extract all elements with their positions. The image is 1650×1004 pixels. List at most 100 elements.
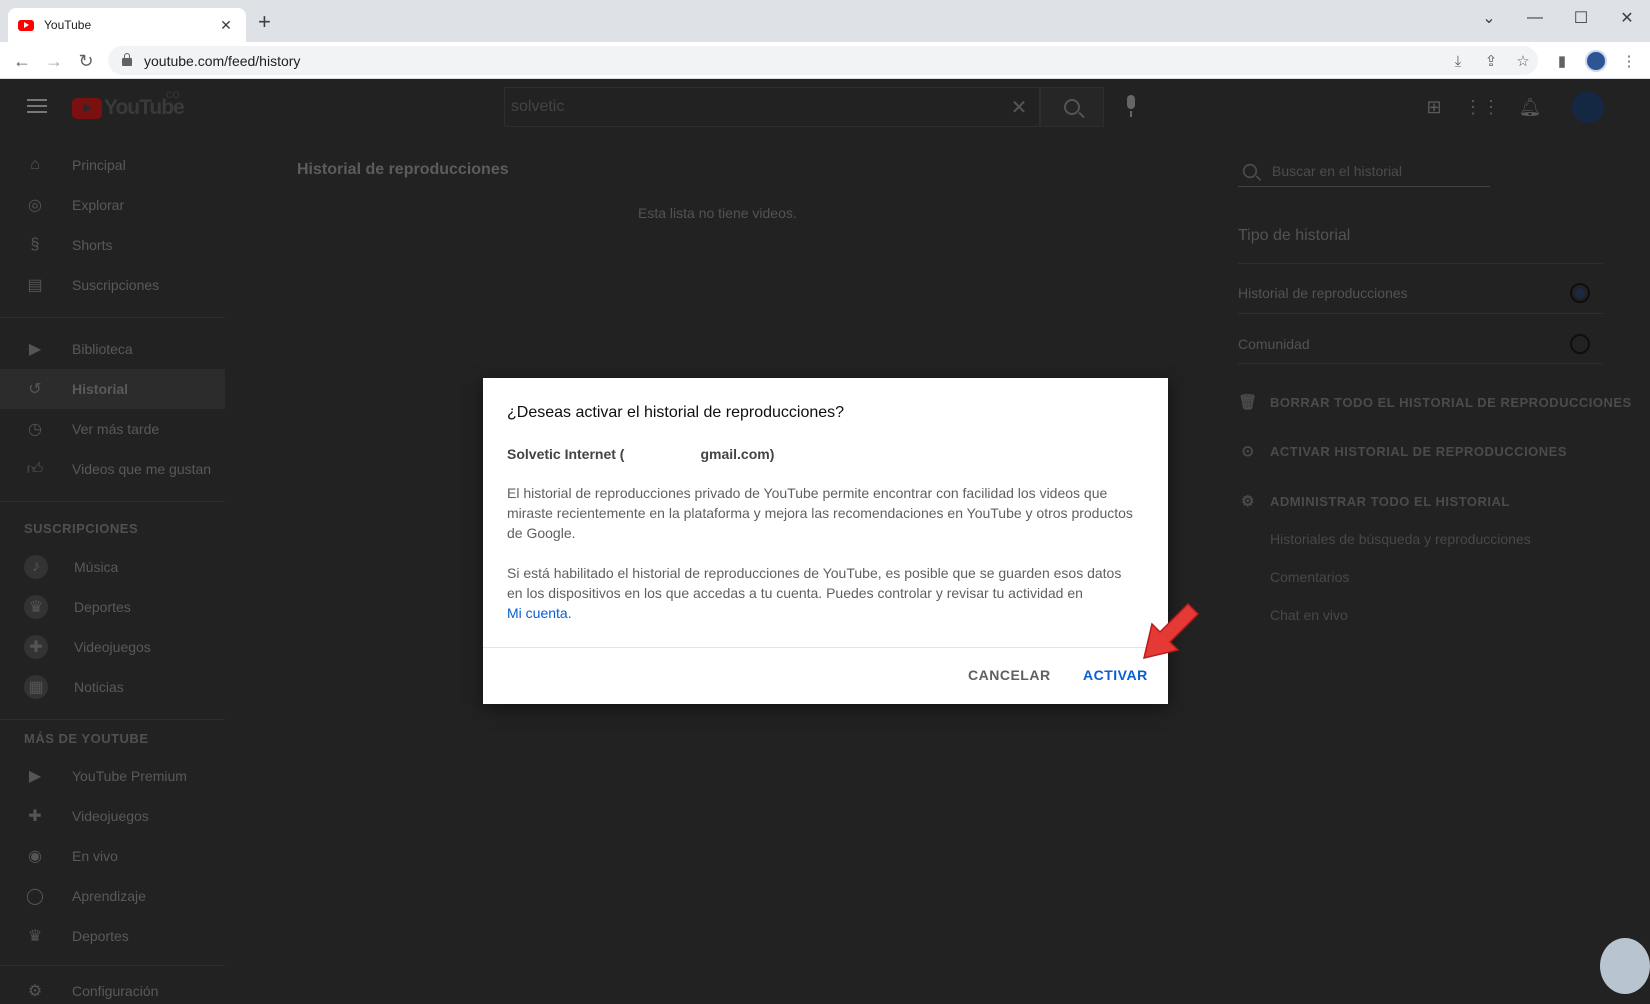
browser-tab[interactable]: YouTube ✕ xyxy=(8,8,246,42)
youtube-logo[interactable]: YouTube CO xyxy=(72,90,185,120)
create-video-icon[interactable]: ⊞ xyxy=(1422,95,1446,119)
sidebar-item-explorar[interactable]: ◎ Explorar xyxy=(0,185,225,225)
watermark-logo xyxy=(1600,938,1650,994)
news-icon: ▦ xyxy=(24,675,48,699)
bookmark-star-icon[interactable]: ☆ xyxy=(1512,50,1534,72)
history-option-watch[interactable]: Historial de reproducciones xyxy=(1238,283,1590,303)
thumbs-up-icon: 👍︎ xyxy=(26,460,44,478)
account-avatar[interactable] xyxy=(1572,91,1604,123)
sidebar-item-deportes[interactable]: ♛ Deportes xyxy=(0,587,225,627)
sidebar-divider xyxy=(0,965,225,966)
more-from-youtube-heading: MÁS DE YOUTUBE xyxy=(24,731,149,746)
link-suffix: . xyxy=(567,605,572,621)
country-code: CO xyxy=(166,90,180,100)
back-arrow-icon[interactable]: ← xyxy=(10,49,34,73)
history-option-label: Comunidad xyxy=(1238,336,1310,352)
sidebar-item-videojuegos-more[interactable]: ✚ Videojuegos xyxy=(0,796,225,836)
sidebar-item-suscripciones[interactable]: ▤ Suscripciones xyxy=(0,265,225,305)
tab-title: YouTube xyxy=(44,18,92,32)
maximize-button[interactable]: ☐ xyxy=(1558,6,1604,30)
dialog-account: Solvetic Internet (gmail.com) xyxy=(507,446,774,462)
gear-icon: ⚙ xyxy=(27,983,43,1000)
share-icon[interactable]: ⇪ xyxy=(1480,50,1502,72)
sidebar-item-label: Explorar xyxy=(72,197,125,213)
youtube-premium-icon: ▶ xyxy=(28,768,42,785)
minimize-button[interactable]: — xyxy=(1512,6,1558,30)
sidebar-item-label: Configuración xyxy=(72,983,159,999)
manage-all-history-button[interactable]: ⚙ ADMINISTRAR TODO EL HISTORIAL xyxy=(1238,491,1510,511)
sidebar-item-label: Videos que me gustan xyxy=(72,461,212,477)
sidebar-item-principal[interactable]: ⌂ Principal xyxy=(0,145,225,185)
lock-icon xyxy=(122,53,132,66)
dialog-title: ¿Deseas activar el historial de reproduc… xyxy=(507,404,845,421)
library-icon: ▶ xyxy=(28,341,42,358)
search-button[interactable] xyxy=(1040,87,1104,127)
cancel-button[interactable]: CANCELAR xyxy=(968,667,1051,683)
search-icon xyxy=(1064,99,1080,115)
clear-search-icon[interactable]: ✕ xyxy=(999,95,1039,120)
empty-list-message: Esta lista no tiene videos. xyxy=(638,205,797,221)
search-icon xyxy=(1242,163,1258,178)
sidebar-item-musica[interactable]: ♪ Música xyxy=(0,547,225,587)
notifications-bell-icon[interactable]: 🔔︎ xyxy=(1518,95,1542,119)
side-panel-icon[interactable]: ▮ xyxy=(1551,50,1573,72)
sidebar-item-ver-mas-tarde[interactable]: ◷ Ver más tarde xyxy=(0,409,225,449)
browser-profile-avatar[interactable] xyxy=(1585,50,1607,72)
history-option-community[interactable]: Comunidad xyxy=(1238,334,1590,354)
sidebar-item-label: Música xyxy=(74,559,119,575)
sidebar-item-biblioteca[interactable]: ▶ Biblioteca xyxy=(0,329,225,369)
sidebar-item-historial[interactable]: ↺ Historial xyxy=(0,369,225,409)
comments-link[interactable]: Comentarios xyxy=(1270,569,1349,585)
forward-arrow-icon[interactable]: → xyxy=(42,49,66,73)
sidebar-item-youtube-premium[interactable]: ▶ YouTube Premium xyxy=(0,756,225,796)
radio-unselected-icon[interactable] xyxy=(1570,334,1590,354)
page-title: Historial de reproducciones xyxy=(297,161,509,178)
music-icon: ♪ xyxy=(24,555,48,579)
radio-selected-icon[interactable] xyxy=(1570,283,1590,303)
history-search-input[interactable]: Buscar en el historial xyxy=(1238,155,1490,187)
browser-menu-icon[interactable]: ⋮ xyxy=(1618,50,1640,72)
sidebar-divider xyxy=(0,501,225,502)
reload-icon[interactable]: ↻ xyxy=(74,49,98,73)
live-chat-link[interactable]: Chat en vivo xyxy=(1270,607,1348,623)
gamepad-icon: ✚ xyxy=(28,808,42,825)
sidebar-item-videos-que-me-gustan[interactable]: 👍︎ Videos que me gustan xyxy=(0,449,225,489)
search-input[interactable]: solvetic ✕ xyxy=(504,87,1040,127)
home-icon: ⌂ xyxy=(30,156,40,173)
sidebar-divider xyxy=(0,719,225,720)
youtube-play-icon xyxy=(72,97,102,119)
sidebar-item-label: Suscripciones xyxy=(72,277,160,293)
install-app-icon[interactable]: ⤓ xyxy=(1447,50,1469,72)
sidebar-item-videojuegos[interactable]: ✚ Videojuegos xyxy=(0,627,225,667)
close-window-button[interactable]: ✕ xyxy=(1604,6,1650,30)
activate-watch-history-button[interactable]: ⊙ ACTIVAR HISTORIAL DE REPRODUCCIONES xyxy=(1238,441,1567,461)
my-account-link[interactable]: Mi cuenta xyxy=(507,605,568,621)
sidebar-item-en-vivo[interactable]: ◉ En vivo xyxy=(0,836,225,876)
clock-icon: ◷ xyxy=(28,421,42,438)
activate-button[interactable]: ACTIVAR xyxy=(1083,667,1148,683)
trophy-icon: ♛ xyxy=(27,928,43,945)
search-and-watch-history-link[interactable]: Historiales de búsqueda y reproducciones xyxy=(1270,531,1531,547)
sidebar-item-configuracion[interactable]: ⚙ Configuración xyxy=(0,971,225,1004)
sidebar-item-deportes-more[interactable]: ♛ Deportes xyxy=(0,916,225,956)
tab-close-icon[interactable]: ✕ xyxy=(216,17,236,34)
divider xyxy=(1238,363,1603,364)
sidebar-item-aprendizaje[interactable]: ◯ Aprendizaje xyxy=(0,876,225,916)
sidebar-item-noticias[interactable]: ▦ Noticias xyxy=(0,667,225,707)
sidebar-item-label: Ver más tarde xyxy=(72,421,160,437)
tab-search-icon[interactable]: ⌄ xyxy=(1466,6,1512,30)
gamepad-icon: ✚ xyxy=(24,635,48,659)
lightbulb-icon: ◯ xyxy=(26,888,44,905)
new-tab-button[interactable]: + xyxy=(258,11,271,33)
play-circle-icon: ⊙ xyxy=(1241,443,1255,460)
sidebar-item-label: Shorts xyxy=(72,237,113,253)
apps-grid-icon[interactable]: ⋮⋮ xyxy=(1464,95,1500,119)
sidebar-item-label: Biblioteca xyxy=(72,341,133,357)
clear-watch-history-button[interactable]: 🗑︎ BORRAR TODO EL HISTORIAL DE REPRODUCC… xyxy=(1238,392,1632,412)
microphone-icon[interactable] xyxy=(1124,95,1138,119)
sidebar-item-label: Videojuegos xyxy=(72,808,149,824)
address-bar[interactable]: youtube.com/feed/history xyxy=(108,46,1538,75)
hamburger-menu-icon[interactable] xyxy=(27,99,47,113)
sidebar-item-shorts[interactable]: § Shorts xyxy=(0,225,225,265)
sidebar-item-label: Principal xyxy=(72,157,126,173)
